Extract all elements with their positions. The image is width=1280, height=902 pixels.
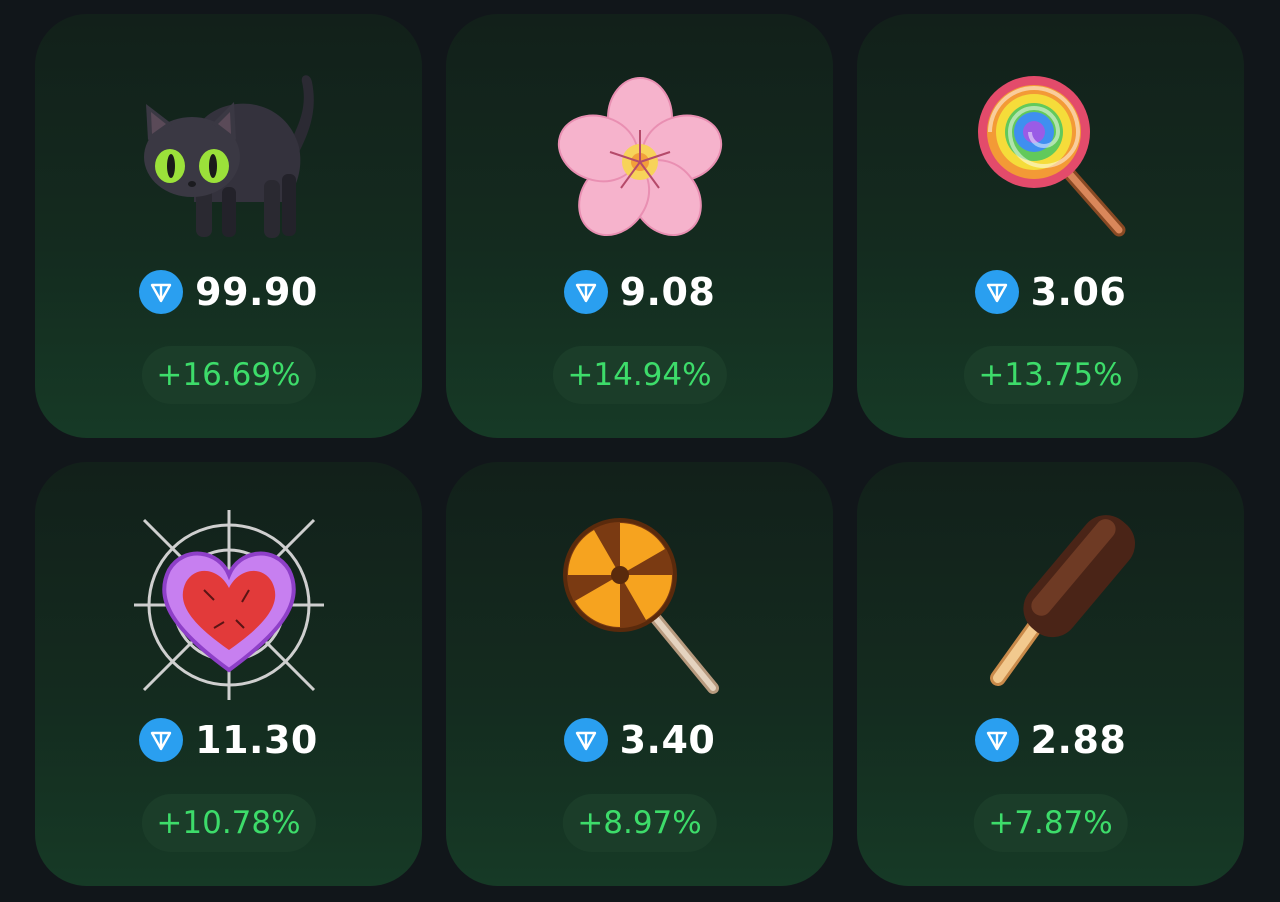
rainbow-lollipop-icon (956, 62, 1146, 252)
swirl-lollipop-icon (545, 510, 735, 700)
chocolate-ice-pop-icon (956, 510, 1146, 700)
gift-card-black-cat[interactable]: 99.90 +16.69% (35, 14, 422, 438)
price-value: 2.88 (1030, 718, 1127, 762)
ton-diamond-icon (974, 270, 1019, 314)
price-row: 99.90 (35, 268, 422, 316)
price-value: 9.08 (619, 270, 716, 314)
price-row: 11.30 (35, 716, 422, 764)
spider-web-heart-icon (133, 510, 324, 700)
price-row: 9.08 (446, 268, 833, 316)
gift-card-cherry-blossom[interactable]: 9.08 +14.94% (446, 14, 833, 438)
price-row: 3.06 (857, 268, 1244, 316)
ton-diamond-icon (563, 718, 608, 762)
gift-card-spider-web-heart[interactable]: 11.30 +10.78% (35, 462, 422, 886)
price-value: 3.06 (1030, 270, 1127, 314)
ton-diamond-icon (974, 718, 1019, 762)
change-badge: +7.87% (973, 794, 1128, 852)
cherry-blossom-icon (545, 62, 735, 252)
change-badge: +8.97% (562, 794, 717, 852)
price-row: 3.40 (446, 716, 833, 764)
gift-card-chocolate-ice-pop[interactable]: 2.88 +7.87% (857, 462, 1244, 886)
price-value: 11.30 (195, 718, 318, 762)
change-badge: +16.69% (141, 346, 316, 404)
price-row: 2.88 (857, 716, 1244, 764)
ton-diamond-icon (139, 718, 184, 762)
price-value: 99.90 (195, 270, 318, 314)
ton-diamond-icon (139, 270, 184, 314)
change-badge: +10.78% (141, 794, 316, 852)
gift-card-swirl-lollipop[interactable]: 3.40 +8.97% (446, 462, 833, 886)
gift-grid: 99.90 +16.69% 9.08 +14.94% 3.06 +13.75% … (35, 14, 1244, 886)
change-badge: +14.94% (552, 346, 727, 404)
ton-diamond-icon (563, 270, 608, 314)
gift-card-rainbow-lollipop[interactable]: 3.06 +13.75% (857, 14, 1244, 438)
black-cat-icon (134, 62, 324, 252)
price-value: 3.40 (619, 718, 716, 762)
change-badge: +13.75% (963, 346, 1138, 404)
